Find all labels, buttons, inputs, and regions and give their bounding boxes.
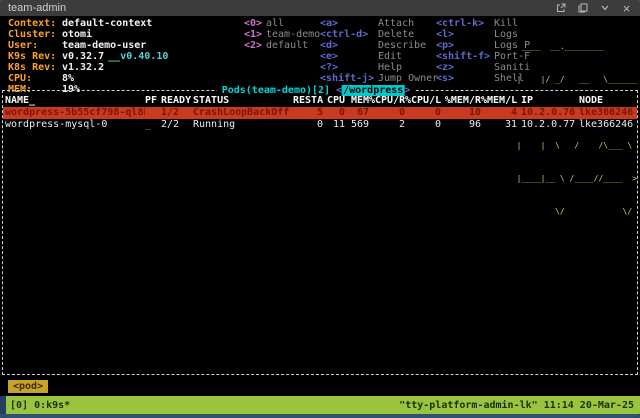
cell-restarts: 0 xyxy=(293,119,323,131)
hotkey-item: <shift-j> Jump Owner xyxy=(320,73,438,84)
cell-ready: 1/2 xyxy=(161,107,193,119)
col-status: STATUS xyxy=(193,95,293,107)
cell-cpu-r: 0 xyxy=(369,107,405,119)
table-row[interactable]: wordpress-mysql-0 _ 2/2 Running 0 11 569… xyxy=(3,119,637,131)
desktop-edge xyxy=(0,414,640,418)
cell-cpu: 11 xyxy=(323,119,345,131)
hotkey-item: <d> Describe xyxy=(320,40,438,51)
info-cpu: CPU: 8% xyxy=(8,73,168,84)
cluster-info: Context: default-context Cluster: otomi … xyxy=(8,18,168,95)
tmux-host-time: "tty-platform-admin-lk" 11:14 20-Mar-25 xyxy=(399,400,634,411)
col-ready: READY xyxy=(161,95,193,107)
col-node: NODE xyxy=(575,95,635,107)
cell-node: lke366246-570275 xyxy=(575,107,635,119)
open-external-icon[interactable] xyxy=(555,3,566,14)
cell-cpu-l: 0 xyxy=(405,119,441,131)
close-icon[interactable]: × xyxy=(621,3,632,14)
cell-ready: 2/2 xyxy=(161,119,193,131)
cell-node: lke366246-570275 xyxy=(575,119,635,131)
window-titlebar: team-admin × xyxy=(0,0,640,16)
chevron-down-icon[interactable] xyxy=(599,3,610,14)
col-cpu: CPU xyxy=(323,95,345,107)
hotkey-item: <?> Help xyxy=(320,62,438,73)
cell-cpu-l: 0 xyxy=(405,107,441,119)
hotkey-item: <1> team-demo xyxy=(244,29,320,40)
terminal-window: team-admin × Context: default-context Cl… xyxy=(0,0,640,418)
cell-ip: 10.2.0.76 xyxy=(517,107,575,119)
col-mem: MEM xyxy=(345,95,369,107)
pods-table: NAME_ PF READY STATUS RESTARTS CPU MEM %… xyxy=(3,95,637,131)
k9s-update-version: __v0.40.10 xyxy=(108,51,168,62)
cell-mem: 67 xyxy=(345,107,369,119)
crumb-pod[interactable]: <pod> xyxy=(8,380,48,393)
cell-ip: 10.2.0.77 xyxy=(517,119,575,131)
window-title: team-admin xyxy=(8,0,66,16)
info-context: Context: default-context xyxy=(8,18,168,29)
hotkey-item: <a> Attach xyxy=(320,18,438,29)
cell-restarts: 5 xyxy=(293,107,323,119)
breadcrumb: <pod> xyxy=(8,380,48,393)
cell-cpu-r: 2 xyxy=(369,119,405,131)
col-name: NAME_ xyxy=(5,95,145,107)
cell-status: Running xyxy=(193,119,293,131)
cell-name: wordpress-5b55cf798-ql8kf xyxy=(5,107,145,119)
cell-mem-r: 10 xyxy=(441,107,481,119)
table-row-selected[interactable]: wordpress-5b55cf798-ql8kf 1/2 CrashLoopB… xyxy=(3,107,637,119)
window-controls: × xyxy=(555,3,632,14)
col-ip: IP xyxy=(517,95,575,107)
namespace-hotkeys: <0> all <1> team-demo <2> default xyxy=(244,18,320,51)
tmux-session-info: [0] 0:k9s* xyxy=(0,396,70,414)
cell-mem-l: 31 xyxy=(481,119,517,131)
table-header-row: NAME_ PF READY STATUS RESTARTS CPU MEM %… xyxy=(3,95,637,107)
info-cluster: Cluster: otomi xyxy=(8,29,168,40)
col-mem-r: %MEM/R xyxy=(441,95,481,107)
cell-mem-r: 96 xyxy=(441,119,481,131)
copy-icon[interactable] xyxy=(577,3,588,14)
cell-status: CrashLoopBackOff xyxy=(193,107,293,119)
cell-mem: 569 xyxy=(345,119,369,131)
info-k9s-rev: K9s Rev: v0.32.7 __v0.40.10 xyxy=(8,51,168,62)
info-user: User: team-demo-user xyxy=(8,40,168,51)
cell-cpu: 0 xyxy=(323,107,345,119)
tmux-status-bar: [0] 0:k9s* "tty-platform-admin-lk" 11:14… xyxy=(0,396,640,414)
hotkey-item: <ctrl-d> Delete xyxy=(320,29,438,40)
pods-panel: Pods(team-demo)[2] </wordpress> NAME_ PF… xyxy=(2,90,638,375)
col-restarts: RESTARTS xyxy=(293,95,323,107)
hotkey-item: <0> all xyxy=(244,18,320,29)
col-cpu-r: %CPU/R xyxy=(369,95,405,107)
cell-mem-l: 4 xyxy=(481,107,517,119)
info-k8s-rev: K8s Rev: v1.32.2 xyxy=(8,62,168,73)
col-mem-l: %MEM/L xyxy=(481,95,517,107)
tmux-corner xyxy=(0,396,6,414)
k9s-screen: Context: default-context Cluster: otomi … xyxy=(0,16,640,396)
cell-pf: _ xyxy=(145,119,161,131)
cell-pf xyxy=(145,107,161,119)
col-pf: PF xyxy=(145,95,161,107)
hotkey-item: <2> default xyxy=(244,40,320,51)
col-cpu-l: %CPU/L xyxy=(405,95,441,107)
tmux-window-list: [0] 0:k9s* xyxy=(10,400,70,411)
cell-name: wordpress-mysql-0 xyxy=(5,119,145,131)
action-hotkeys-1: <a> Attach <ctrl-d> Delete <d> Describe … xyxy=(320,18,438,84)
hotkey-item: <e> Edit xyxy=(320,51,438,62)
